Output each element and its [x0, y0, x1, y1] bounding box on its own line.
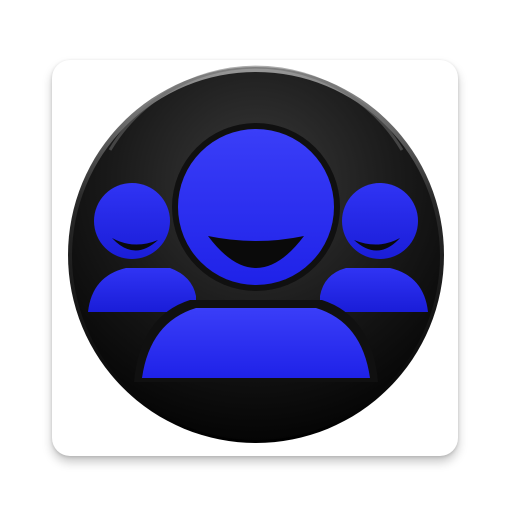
app-icon: [0, 0, 512, 512]
group-contacts-icon: [68, 65, 444, 443]
